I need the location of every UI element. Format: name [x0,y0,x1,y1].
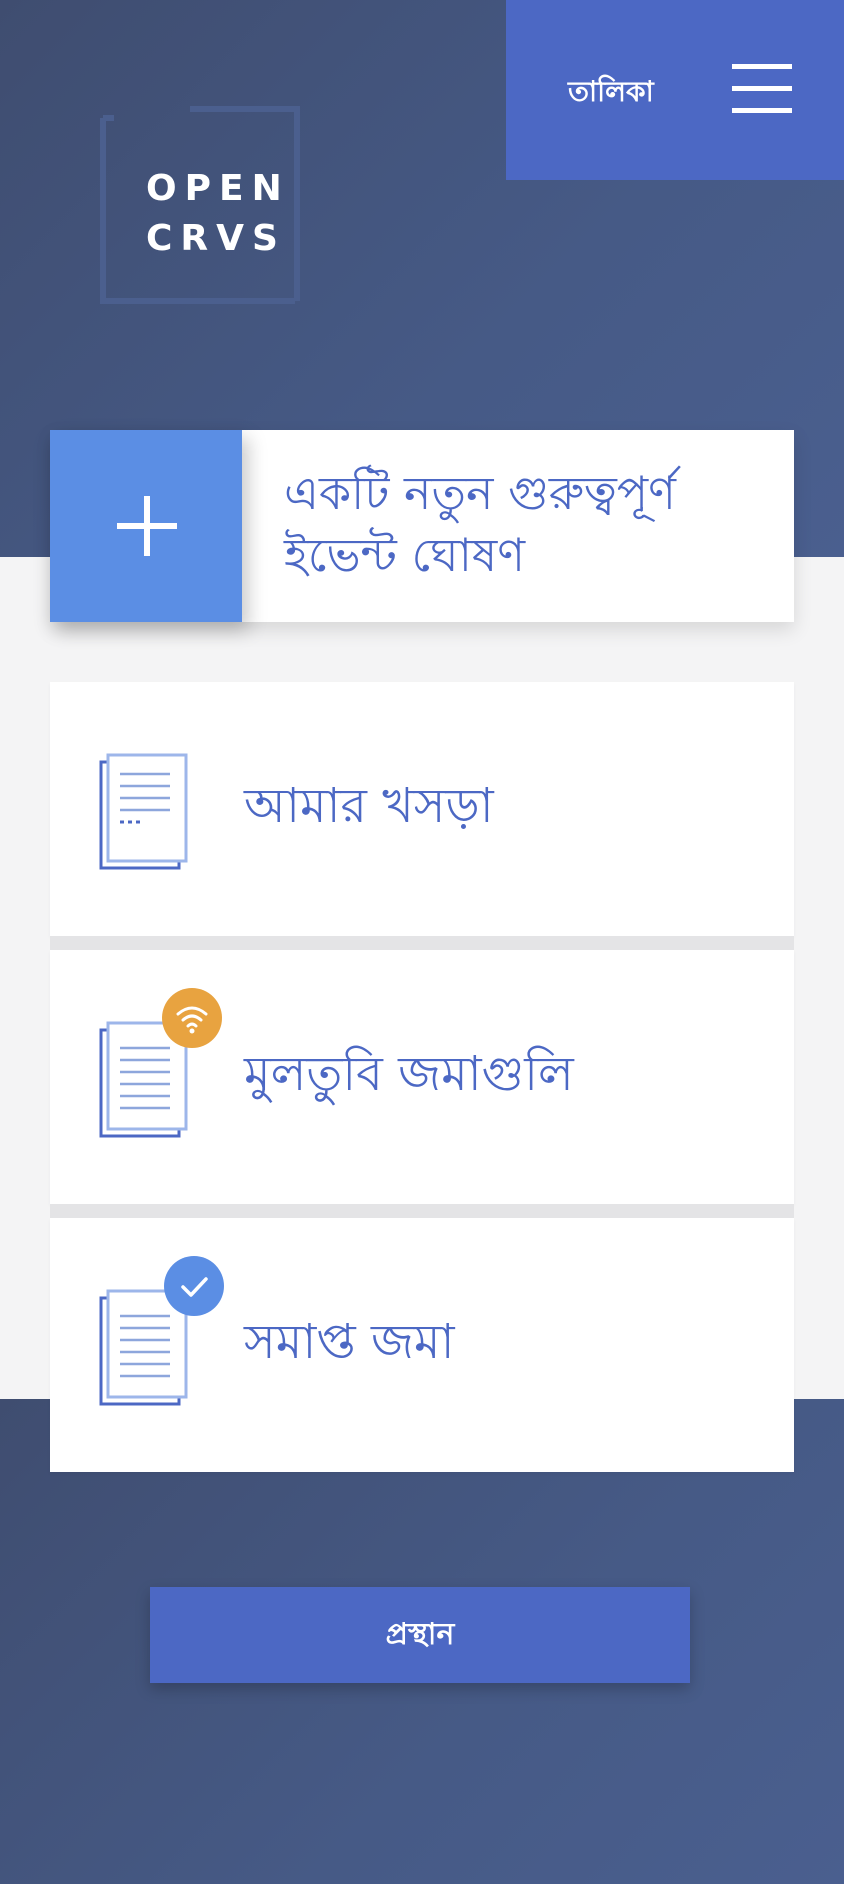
pending-submissions-card[interactable]: মুলতুবি জমাগুলি [50,950,794,1204]
menu-label: তালিকা [568,75,654,108]
completed-submissions-card[interactable]: সমাপ্ত জমা [50,1218,794,1472]
plus-icon [50,430,242,622]
drafts-card[interactable]: আমার খসড়া [50,682,794,936]
card-divider [50,1204,794,1218]
card-divider [50,936,794,950]
logo-text: OPEN CRVS [146,164,290,264]
wifi-badge [162,988,222,1048]
menu-button[interactable]: তালিকা [506,0,844,180]
new-event-label: একটি নতুন গুরুত্বপূর্ণ ইভেন্ট ঘোষণ [284,466,676,582]
logo-line-2: CRVS [146,218,286,259]
drafts-document-icon [99,753,188,870]
wifi-icon [176,1006,208,1034]
completed-submissions-label: সমাপ্ত জমা [244,1314,455,1370]
check-badge [164,1256,224,1316]
drafts-label: আমার খসড়া [244,778,494,834]
logout-button[interactable]: প্রস্থান [150,1587,690,1683]
opencrvs-logo: OPEN CRVS [100,106,300,304]
hamburger-icon [732,64,792,114]
logo-line-1: OPEN [146,168,290,209]
pending-submissions-label: মুলতুবি জমাগুলি [244,1046,574,1102]
check-icon [181,1277,208,1297]
new-event-button[interactable]: একটি নতুন গুরুত্বপূর্ণ ইভেন্ট ঘোষণ [50,430,794,622]
